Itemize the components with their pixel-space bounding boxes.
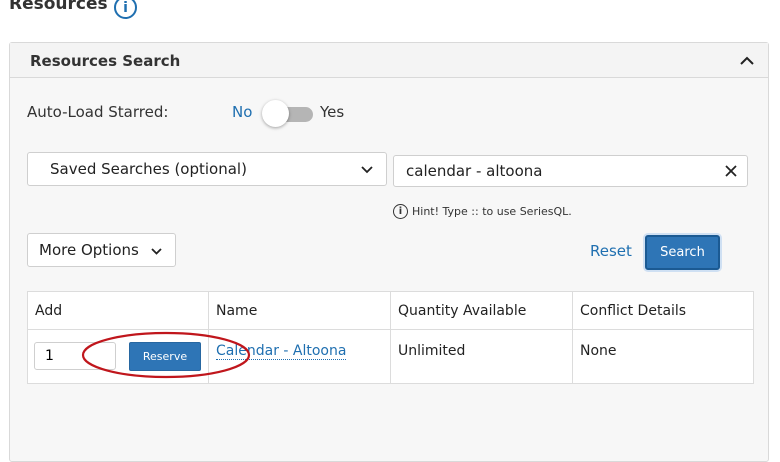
close-icon[interactable] [725, 165, 737, 177]
search-button[interactable]: Search [645, 235, 720, 270]
resource-name-link[interactable]: Calendar - Altoona [216, 343, 347, 360]
table-header-row: Add Name Quantity Available Conflict Det… [27, 291, 754, 330]
reserve-button[interactable]: Reserve [129, 342, 201, 371]
header-name: Name [208, 291, 391, 330]
info-circle-icon[interactable]: i [114, 0, 137, 19]
results-table: Add Name Quantity Available Conflict Det… [27, 291, 754, 384]
add-cell: Reserve [27, 329, 209, 384]
panel-title: Resources Search [30, 52, 181, 70]
saved-searches-dropdown[interactable]: Saved Searches (optional) [27, 152, 387, 186]
search-input[interactable] [393, 155, 748, 187]
header-add: Add [27, 291, 209, 330]
hint-text: Hint! Type :: to use SeriesQL. [412, 205, 572, 218]
table-row: Reserve Calendar - Altoona Unlimited Non… [27, 329, 754, 384]
toggle-on-label[interactable]: Yes [320, 103, 344, 121]
toggle-off-label[interactable]: No [232, 103, 252, 121]
chevron-down-icon [151, 248, 162, 255]
more-options-button[interactable]: More Options [27, 233, 176, 267]
toggle-knob[interactable] [262, 100, 289, 127]
hint-info-icon: i [393, 204, 408, 219]
chevron-down-icon [361, 166, 373, 174]
header-conflicts: Conflict Details [572, 291, 754, 330]
saved-searches-label: Saved Searches (optional) [50, 160, 247, 178]
quantity-cell: Unlimited [390, 329, 573, 384]
quantity-input[interactable] [34, 342, 116, 370]
hint-glyph: i [398, 206, 403, 217]
conflicts-cell: None [572, 329, 754, 384]
page-title: Resources [9, 0, 108, 14]
reset-link[interactable]: Reset [590, 242, 632, 260]
info-glyph: i [123, 0, 128, 16]
chevron-up-icon[interactable] [738, 52, 756, 70]
header-quantity: Quantity Available [390, 291, 573, 330]
name-cell: Calendar - Altoona [208, 329, 391, 384]
auto-load-label: Auto-Load Starred: [27, 103, 169, 121]
panel-header[interactable]: Resources Search [10, 43, 768, 78]
more-options-label: More Options [39, 241, 139, 259]
